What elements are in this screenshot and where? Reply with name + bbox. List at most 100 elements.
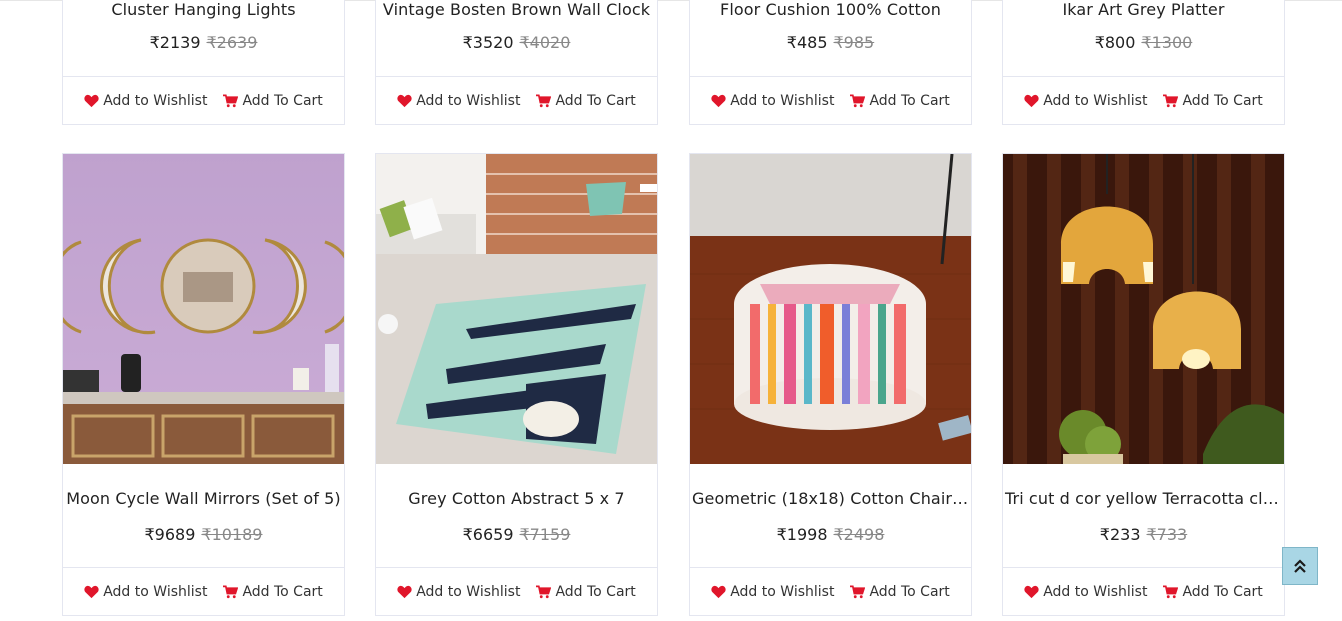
cart-label: Add To Cart	[869, 92, 950, 109]
product-price-row: ₹6659 ₹7159	[376, 523, 657, 547]
cart-icon	[536, 585, 552, 599]
product-card-floor-cushion[interactable]: Floor Cushion 100% Cotton ₹485 ₹985 Add t…	[689, 0, 972, 125]
product-card-grey-cotton-abstract[interactable]: Grey Cotton Abstract 5 x 7 ₹6659 ₹7159 Ad…	[375, 153, 658, 616]
product-title[interactable]: Geometric (18x18) Cotton Chair C...	[690, 488, 971, 510]
product-card-moon-cycle-mirrors[interactable]: Moon Cycle Wall Mirrors (Set of 5) ₹9689…	[62, 153, 345, 616]
product-price: ₹3520	[462, 33, 514, 52]
product-card-geometric-chair-cushion[interactable]: Geometric (18x18) Cotton Chair C... ₹199…	[689, 153, 972, 616]
product-price-row: ₹9689 ₹10189	[63, 523, 344, 547]
add-to-wishlist-button[interactable]: Add to Wishlist	[397, 584, 520, 600]
product-price: ₹800	[1094, 33, 1136, 52]
add-to-wishlist-button[interactable]: Add to Wishlist	[397, 93, 520, 109]
product-old-price: ₹733	[1146, 525, 1188, 544]
product-image-moon-mirrors[interactable]	[63, 154, 344, 464]
heart-icon	[711, 94, 726, 108]
cart-icon	[850, 585, 866, 599]
mirrors-illustration	[63, 154, 344, 464]
product-title[interactable]: Vintage Bosten Brown Wall Clock	[376, 0, 657, 21]
product-old-price: ₹10189	[201, 525, 263, 544]
product-title[interactable]: Cluster Hanging Lights	[63, 0, 344, 21]
product-title[interactable]: Moon Cycle Wall Mirrors (Set of 5)	[63, 488, 344, 510]
cart-icon	[223, 585, 239, 599]
add-to-cart-button[interactable]: Add To Cart	[536, 93, 636, 109]
heart-icon	[711, 585, 726, 599]
add-to-cart-button[interactable]: Add To Cart	[223, 93, 323, 109]
product-price: ₹233	[1099, 525, 1141, 544]
heart-icon	[397, 585, 412, 599]
product-actions: Add to Wishlist Add To Cart	[1003, 567, 1284, 615]
product-price-row: ₹3520 ₹4020	[376, 31, 657, 55]
heart-icon	[1024, 94, 1039, 108]
product-title[interactable]: Ikar Art Grey Platter	[1003, 0, 1284, 21]
product-title[interactable]: Tri cut d cor yellow Terracotta clu...	[1003, 488, 1284, 510]
product-price: ₹485	[786, 33, 828, 52]
wishlist-label: Add to Wishlist	[1043, 583, 1148, 600]
add-to-wishlist-button[interactable]: Add to Wishlist	[84, 93, 207, 109]
product-card-vintage-wall-clock[interactable]: Vintage Bosten Brown Wall Clock ₹3520 ₹40…	[375, 0, 658, 125]
product-card-ikar-art-platter[interactable]: Ikar Art Grey Platter ₹800 ₹1300 Add to W…	[1002, 0, 1285, 125]
product-image-terracotta-lamps[interactable]	[1003, 154, 1284, 464]
wishlist-label: Add to Wishlist	[730, 583, 835, 600]
product-old-price: ₹7159	[519, 525, 571, 544]
heart-icon	[397, 94, 412, 108]
add-to-cart-button[interactable]: Add To Cart	[223, 583, 323, 600]
product-image-abstract-rug[interactable]	[376, 154, 657, 464]
product-actions: Add to Wishlist Add To Cart	[1003, 76, 1284, 124]
product-image-pouf[interactable]	[690, 154, 971, 464]
cart-label: Add To Cart	[1182, 583, 1263, 600]
product-price-row: ₹233 ₹733	[1003, 523, 1284, 547]
cart-icon	[1163, 585, 1179, 599]
pouf-illustration	[690, 154, 971, 464]
product-price-row: ₹800 ₹1300	[1003, 31, 1284, 55]
cart-label: Add To Cart	[555, 583, 636, 600]
wishlist-label: Add to Wishlist	[416, 583, 521, 600]
heart-icon	[84, 585, 99, 599]
scroll-to-top-button[interactable]	[1282, 547, 1318, 585]
heart-icon	[84, 94, 99, 108]
product-actions: Add to Wishlist Add To Cart	[690, 76, 971, 124]
add-to-wishlist-button[interactable]: Add to Wishlist	[711, 584, 834, 600]
wishlist-label: Add to Wishlist	[103, 583, 208, 600]
product-title[interactable]: Grey Cotton Abstract 5 x 7	[376, 488, 657, 510]
wishlist-label: Add to Wishlist	[416, 92, 521, 109]
lamps-illustration	[1003, 154, 1284, 464]
product-price-row: ₹1998 ₹2498	[690, 523, 971, 547]
product-card-terracotta-cluster-lights[interactable]: Tri cut d cor yellow Terracotta clu... ₹…	[1002, 153, 1285, 616]
product-old-price: ₹1300	[1141, 33, 1193, 52]
product-title[interactable]: Floor Cushion 100% Cotton	[690, 0, 971, 21]
product-card-cluster-hanging-lights[interactable]: Cluster Hanging Lights ₹2139 ₹2639 Add to…	[62, 0, 345, 125]
add-to-cart-button[interactable]: Add To Cart	[850, 92, 950, 109]
cart-icon	[850, 94, 866, 108]
product-actions: Add to Wishlist Add To Cart	[376, 76, 657, 124]
product-old-price: ₹4020	[519, 33, 571, 52]
wishlist-label: Add to Wishlist	[730, 92, 835, 109]
product-price: ₹1998	[776, 525, 828, 544]
cart-label: Add To Cart	[242, 583, 323, 600]
product-price-row: ₹485 ₹985	[690, 31, 971, 55]
product-actions: Add to Wishlist Add To Cart	[63, 567, 344, 615]
cart-icon	[1163, 94, 1179, 108]
wishlist-label: Add to Wishlist	[103, 92, 208, 109]
product-actions: Add to Wishlist Add To Cart	[690, 567, 971, 615]
cart-icon	[536, 94, 552, 108]
product-price: ₹9689	[144, 525, 196, 544]
product-actions: Add to Wishlist Add To Cart	[376, 567, 657, 615]
product-old-price: ₹2639	[206, 33, 258, 52]
add-to-wishlist-button[interactable]: Add to Wishlist	[84, 584, 207, 600]
add-to-wishlist-button[interactable]: Add to Wishlist	[1024, 93, 1147, 109]
cart-icon	[223, 94, 239, 108]
double-chevron-up-icon	[1293, 558, 1307, 574]
heart-icon	[1024, 585, 1039, 599]
add-to-wishlist-button[interactable]: Add to Wishlist	[1024, 584, 1147, 600]
product-price: ₹6659	[462, 525, 514, 544]
add-to-cart-button[interactable]: Add To Cart	[536, 583, 636, 600]
add-to-cart-button[interactable]: Add To Cart	[850, 583, 950, 600]
product-price: ₹2139	[149, 33, 201, 52]
rug-illustration	[376, 154, 657, 464]
cart-label: Add To Cart	[1182, 92, 1263, 109]
add-to-cart-button[interactable]: Add To Cart	[1163, 583, 1263, 600]
product-price-row: ₹2139 ₹2639	[63, 31, 344, 55]
cart-label: Add To Cart	[869, 583, 950, 600]
add-to-wishlist-button[interactable]: Add to Wishlist	[711, 93, 834, 109]
add-to-cart-button[interactable]: Add To Cart	[1163, 92, 1263, 109]
